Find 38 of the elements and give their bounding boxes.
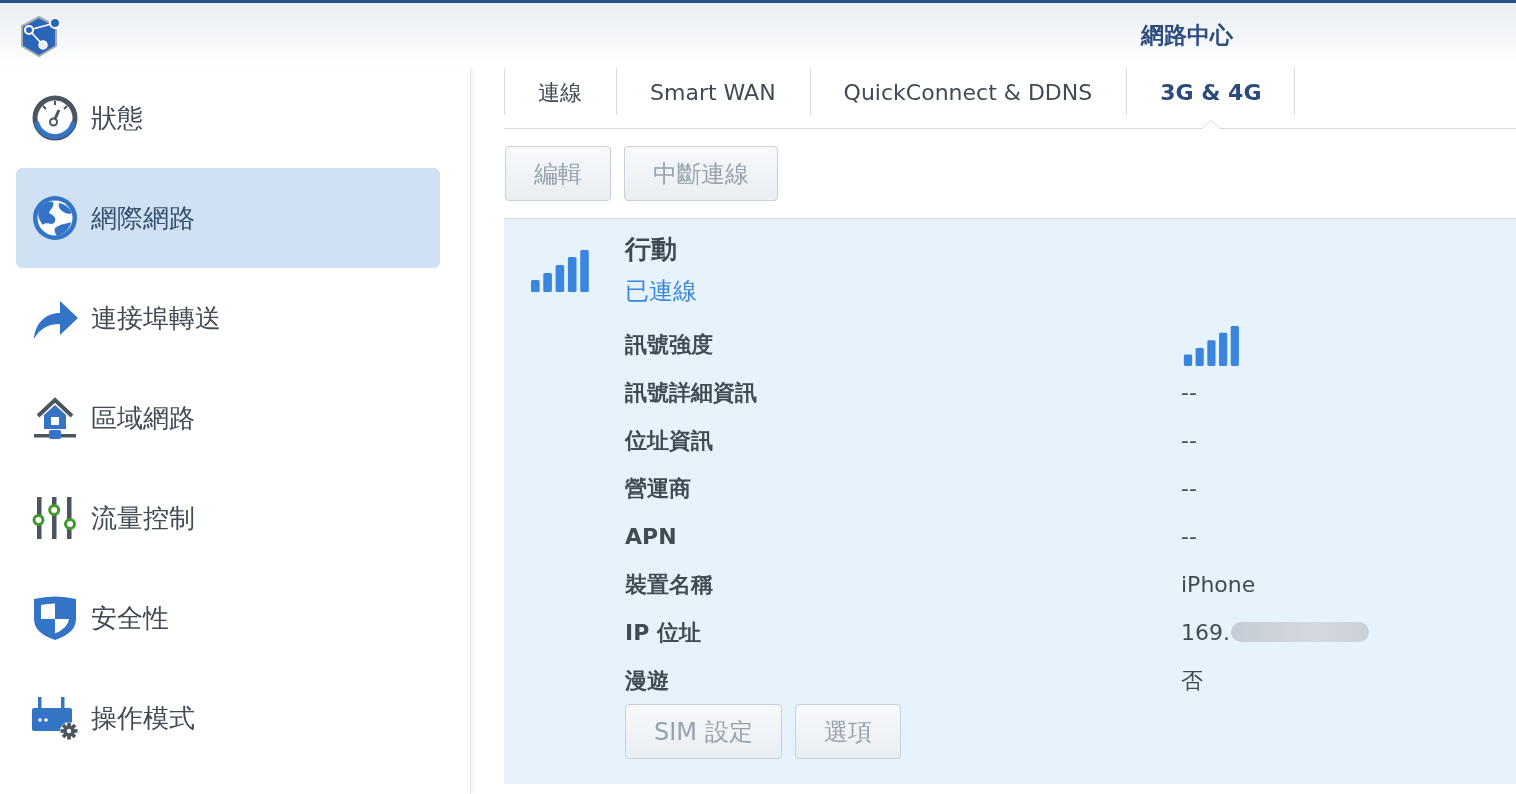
tab[interactable]: 3G & 4G — [1126, 68, 1296, 128]
sidebar-item[interactable]: 連接埠轉送 — [16, 268, 440, 368]
window-title: 網路中心 — [1141, 21, 1233, 51]
field-label: 營運商 — [625, 474, 692, 503]
sidebar-item[interactable]: 網際網路 — [16, 168, 440, 268]
sidebar-item[interactable]: 區域網路 — [16, 368, 440, 468]
field-value: -- — [1181, 522, 1197, 551]
field-value: -- — [1181, 426, 1197, 455]
sidebar-item[interactable]: 流量控制 — [16, 468, 440, 568]
connection-status: 已連線 — [625, 276, 698, 307]
tab[interactable]: QuickConnect & DDNS — [809, 68, 1127, 128]
tab[interactable]: Smart WAN — [616, 68, 810, 128]
signal-bars-icon — [1183, 326, 1240, 366]
sidebar-item[interactable]: 狀態 — [16, 68, 440, 168]
app-logo-icon — [18, 13, 62, 58]
shield-icon — [32, 595, 78, 641]
field-value: 否 — [1181, 666, 1203, 695]
field-label: 訊號詳細資訊 — [625, 378, 758, 407]
field-value: -- — [1181, 474, 1197, 503]
field-label: APN — [625, 522, 678, 551]
globe-icon — [32, 195, 78, 241]
tab[interactable]: 連線 — [504, 68, 616, 128]
field-value: 169. — [1181, 618, 1230, 647]
sidebar-item[interactable]: 安全性 — [16, 568, 440, 668]
sidebar-item[interactable]: 操作模式 — [16, 668, 440, 768]
house-network-icon — [32, 395, 78, 441]
field-label: IP 位址 — [625, 618, 702, 647]
field-label: 訊號強度 — [625, 330, 714, 359]
sliders-icon — [32, 495, 78, 541]
field-label: 裝置名稱 — [625, 570, 714, 599]
field-label: 漫遊 — [625, 666, 670, 695]
router-gear-icon — [32, 695, 78, 741]
gauge-icon — [32, 95, 78, 141]
signal-bars-icon — [531, 250, 589, 292]
field-value: iPhone — [1181, 570, 1256, 599]
field-value: -- — [1181, 378, 1197, 407]
field-label: 位址資訊 — [625, 426, 714, 455]
connection-title: 行動 — [625, 233, 678, 266]
